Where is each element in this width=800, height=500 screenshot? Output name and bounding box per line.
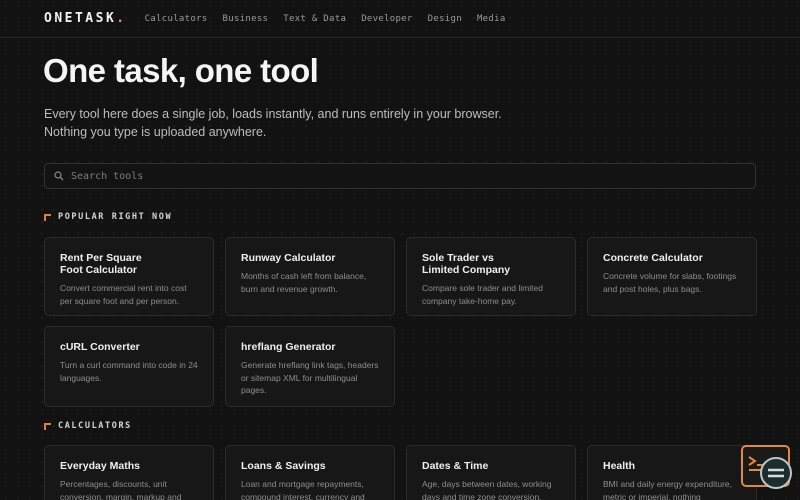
- section-marker-icon: [44, 213, 51, 221]
- nav-link-business[interactable]: Business: [223, 14, 269, 24]
- tool-card-curl-converter[interactable]: cURL Converter Turn a curl command into …: [44, 326, 214, 407]
- category-card-title: Loans & Savings: [241, 460, 326, 472]
- search-input[interactable]: [71, 170, 721, 182]
- nav-link-calculators[interactable]: Calculators: [145, 14, 208, 24]
- category-card-description: BMI and daily energy expenditure, metric…: [603, 479, 732, 500]
- calculators-grid: Everyday Maths Percentages, discounts, u…: [44, 445, 757, 500]
- page-subtitle: Every tool here does a single job, loads…: [44, 107, 502, 139]
- category-card-title: Everyday Maths: [60, 460, 140, 472]
- search-box[interactable]: [44, 163, 756, 189]
- tool-card-sole-trader-vs-limited[interactable]: Sole Trader vs Limited Company Compare s…: [406, 237, 576, 316]
- chat-assistant-icon[interactable]: [760, 457, 792, 489]
- tool-card-rent-per-square-foot[interactable]: Rent Per Square Foot Calculator Convert …: [44, 237, 214, 316]
- nav-link-text-data[interactable]: Text & Data: [283, 14, 346, 24]
- tool-card-runway-calculator[interactable]: Runway Calculator Months of cash left fr…: [225, 237, 395, 316]
- top-navigation-bar: ONETASK. Calculators Business Text & Dat…: [0, 0, 800, 38]
- search-icon: [54, 171, 64, 181]
- site-logo[interactable]: ONETASK.: [44, 11, 127, 26]
- category-card-dates-time[interactable]: Dates & Time Age, days between dates, wo…: [406, 445, 576, 500]
- category-card-loans-savings[interactable]: Loans & Savings Loan and mortgage repaym…: [225, 445, 395, 500]
- section-heading-calculators: CALCULATORS: [44, 421, 132, 431]
- tool-card-title: Sole Trader vs Limited Company: [422, 252, 511, 276]
- section-marker-icon: [44, 422, 51, 430]
- tool-card-title: Rent Per Square Foot Calculator: [60, 252, 142, 276]
- category-card-description: Age, days between dates, working days an…: [422, 479, 552, 500]
- tool-card-description: Turn a curl command into code in 24 lang…: [60, 360, 198, 383]
- category-card-everyday-maths[interactable]: Everyday Maths Percentages, discounts, u…: [44, 445, 214, 500]
- nav-link-media[interactable]: Media: [477, 14, 506, 24]
- popular-tools-grid: Rent Per Square Foot Calculator Convert …: [44, 237, 757, 407]
- tool-card-title: cURL Converter: [60, 341, 140, 353]
- category-card-description: Percentages, discounts, unit conversion,…: [60, 479, 182, 500]
- nav-link-developer[interactable]: Developer: [361, 14, 412, 24]
- category-card-title: Health: [603, 460, 636, 472]
- category-card-title: Dates & Time: [422, 460, 489, 472]
- category-card-health[interactable]: Health BMI and daily energy expenditure,…: [587, 445, 757, 500]
- logo-dot: .: [116, 11, 127, 26]
- tool-card-concrete-calculator[interactable]: Concrete Calculator Concrete volume for …: [587, 237, 757, 316]
- category-card-description: Loan and mortgage repayments, compound i…: [241, 479, 365, 500]
- main-nav: Calculators Business Text & Data Develop…: [145, 14, 521, 24]
- nav-link-design[interactable]: Design: [428, 14, 462, 24]
- tool-card-description: Generate hreflang link tags, headers or …: [241, 360, 379, 395]
- section-heading-text: CALCULATORS: [58, 421, 132, 431]
- logo-text: ONETASK: [44, 11, 117, 26]
- page-title: One task, one tool: [43, 52, 319, 89]
- tool-card-title: hreflang Generator: [241, 341, 336, 353]
- tool-card-description: Concrete volume for slabs, footings and …: [603, 271, 737, 294]
- tool-card-title: Concrete Calculator: [603, 252, 703, 264]
- tool-card-hreflang-generator[interactable]: hreflang Generator Generate hreflang lin…: [225, 326, 395, 407]
- section-heading-text: POPULAR RIGHT NOW: [58, 212, 173, 222]
- tool-card-title: Runway Calculator: [241, 252, 336, 264]
- tool-card-description: Months of cash left from balance, burn a…: [241, 271, 367, 294]
- tool-card-description: Compare sole trader and limited company …: [422, 283, 543, 306]
- section-heading-popular: POPULAR RIGHT NOW: [44, 212, 172, 222]
- tool-card-description: Convert commercial rent into cost per sq…: [60, 283, 187, 306]
